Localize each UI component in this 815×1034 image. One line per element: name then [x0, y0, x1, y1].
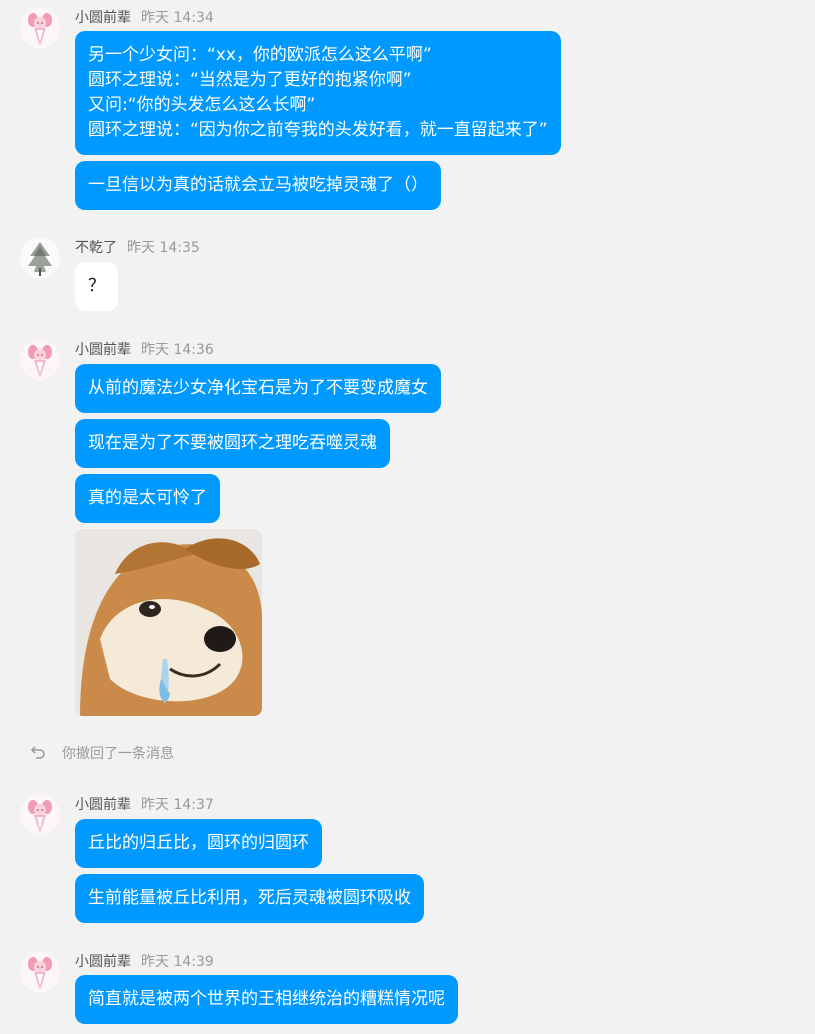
undo-arrow-icon: [30, 744, 46, 760]
message-time: 昨天 14:35: [127, 240, 200, 256]
message-meta: 不乾了 昨天 14:35: [75, 238, 200, 258]
message-bubble[interactable]: 一旦信以为真的话就会立马被吃掉灵魂了（）: [75, 161, 441, 210]
message-bubble[interactable]: 另一个少女问：“xx，你的欧派怎么这么平啊” 圆环之理说：“当然是为了更好的抱紧…: [75, 31, 561, 155]
sender-name[interactable]: 小圆前辈: [75, 954, 131, 970]
message-time: 昨天 14:34: [141, 10, 214, 26]
madoka-avatar[interactable]: [20, 340, 60, 380]
recall-notice: 你撤回了一条消息: [30, 744, 174, 764]
message-bubble[interactable]: 从前的魔法少女净化宝石是为了不要变成魔女: [75, 364, 441, 413]
message-bubble[interactable]: 生前能量被丘比利用，死后灵魂被圆环吸收: [75, 874, 424, 923]
madoka-avatar[interactable]: [20, 952, 60, 992]
message-time: 昨天 14:36: [141, 342, 214, 358]
sender-name[interactable]: 不乾了: [75, 240, 117, 256]
tree-avatar[interactable]: [20, 238, 60, 278]
message-bubble[interactable]: ？: [75, 262, 118, 311]
message-meta: 小圆前辈 昨天 14:36: [75, 340, 214, 360]
message-time: 昨天 14:37: [141, 797, 214, 813]
message-bubble[interactable]: 简直就是被两个世界的王相继统治的糟糕情况呢: [75, 975, 458, 1024]
madoka-avatar[interactable]: [20, 8, 60, 48]
recall-text: 你撤回了一条消息: [62, 746, 174, 762]
message-time: 昨天 14:39: [141, 954, 214, 970]
message-meta: 小圆前辈 昨天 14:39: [75, 952, 214, 972]
sender-name[interactable]: 小圆前辈: [75, 797, 131, 813]
message-meta: 小圆前辈 昨天 14:34: [75, 8, 214, 28]
madoka-avatar[interactable]: [20, 795, 60, 835]
message-bubble[interactable]: 真的是太可怜了: [75, 474, 220, 523]
message-bubble[interactable]: 现在是为了不要被圆环之理吃吞噬灵魂: [75, 419, 390, 468]
message-meta: 小圆前辈 昨天 14:37: [75, 795, 214, 815]
sender-name[interactable]: 小圆前辈: [75, 10, 131, 26]
sender-name[interactable]: 小圆前辈: [75, 342, 131, 358]
message-bubble[interactable]: 丘比的归丘比，圆环的归圆环: [75, 819, 322, 868]
crying-shiba-dog-meme[interactable]: [75, 529, 262, 716]
